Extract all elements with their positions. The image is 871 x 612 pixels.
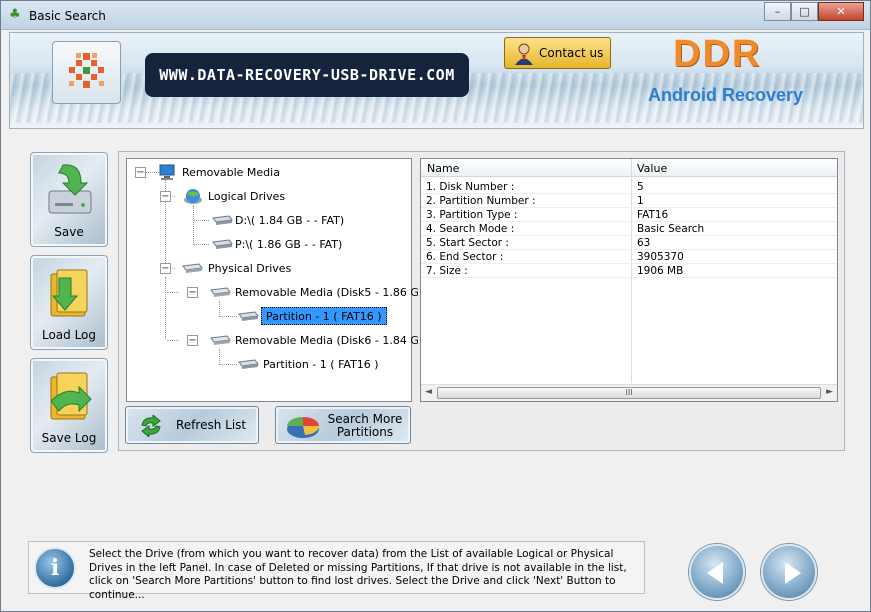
save-button[interactable]: Save <box>30 152 108 247</box>
tree-physical-drives[interactable]: Physical Drives <box>208 260 291 278</box>
window-title: Basic Search <box>29 9 106 23</box>
website-url[interactable]: WWW.DATA-RECOVERY-USB-DRIVE.COM <box>145 53 469 97</box>
load-log-label: Load Log <box>41 328 97 342</box>
refresh-icon <box>141 415 161 437</box>
minimize-button[interactable]: – <box>764 2 791 21</box>
refresh-list-label: Refresh List <box>176 418 247 432</box>
collapse-toggle[interactable]: − <box>187 335 198 346</box>
load-log-button[interactable]: Load Log <box>30 255 108 350</box>
tree-logical-drives[interactable]: Logical Drives <box>208 188 285 206</box>
info-icon: i <box>34 547 76 589</box>
back-button[interactable] <box>689 544 745 600</box>
pie-chart-icon <box>287 417 320 438</box>
window-controls: – □ ✕ <box>764 2 864 22</box>
app-icon: ♣ <box>9 7 21 22</box>
logo <box>52 41 121 104</box>
close-button[interactable]: ✕ <box>818 2 864 21</box>
scroll-left-arrow-icon[interactable]: ◄ <box>425 387 432 397</box>
tree-disk5[interactable]: Removable Media (Disk5 - 1.86 GB) <box>235 284 431 302</box>
partition-icon <box>238 311 259 321</box>
collapse-toggle[interactable]: − <box>135 167 146 178</box>
collapse-toggle[interactable]: − <box>160 263 171 274</box>
scroll-right-arrow-icon[interactable]: ► <box>826 387 833 397</box>
horizontal-scrollbar[interactable]: ◄ III ► <box>421 384 837 401</box>
drive-tree[interactable]: − Removable Media − Logical Drives D:\( … <box>126 158 431 402</box>
disk-icon <box>210 335 231 345</box>
search-more-partitions-button[interactable]: Search More Partitions <box>275 406 411 444</box>
app-window: ♣ Basic Search – □ ✕ WWW.DATA-RECOVERY-U… <box>0 0 871 612</box>
contact-us-label: Contact us <box>539 46 604 60</box>
maximize-button[interactable]: □ <box>791 2 818 21</box>
folder-save-icon <box>50 372 92 420</box>
tree-disk6-partition[interactable]: Partition - 1 ( FAT16 ) <box>263 356 379 374</box>
table-row[interactable]: 6. End Sector :3905370 <box>421 250 837 264</box>
computer-icon <box>159 164 175 180</box>
drive-icon <box>212 239 233 249</box>
table-row[interactable]: 7. Size :1906 MB <box>421 264 837 278</box>
properties-grid[interactable]: Name Value 1. Disk Number :5 2. Partitio… <box>420 158 838 402</box>
table-row[interactable]: 2. Partition Number :1 <box>421 194 837 208</box>
save-log-label: Save Log <box>41 431 97 445</box>
disk-icon <box>210 287 231 297</box>
next-button[interactable] <box>761 544 817 600</box>
tree-disk6[interactable]: Removable Media (Disk6 - 1.84 GB) <box>235 332 431 350</box>
title-bar: ♣ Basic Search – □ ✕ <box>1 1 870 30</box>
refresh-list-button[interactable]: Refresh List <box>125 406 259 444</box>
grid-header: Name Value <box>421 159 837 177</box>
column-header-name[interactable]: Name <box>427 162 459 175</box>
column-header-value[interactable]: Value <box>637 162 667 175</box>
arrow-left-icon <box>707 562 723 584</box>
save-drive-icon <box>48 164 92 214</box>
drive-icon <box>212 215 233 225</box>
physical-drives-icon <box>182 263 203 273</box>
table-row[interactable]: 4. Search Mode : Basic Search <box>421 222 837 236</box>
collapse-toggle[interactable]: − <box>187 287 198 298</box>
save-log-button[interactable]: Save Log <box>30 358 108 453</box>
partition-icon <box>238 359 259 369</box>
brand-logo-text: DDR <box>673 33 762 75</box>
logical-drives-icon <box>184 189 202 204</box>
table-row[interactable]: 5. Start Sector :63 <box>421 236 837 250</box>
tree-drive-p[interactable]: P:\( 1.86 GB - - FAT) <box>235 236 342 254</box>
collapse-toggle[interactable]: − <box>160 191 171 202</box>
instruction-text: Select the Drive (from which you want to… <box>89 548 627 601</box>
table-row[interactable]: 3. Partition Type : FAT16 <box>421 208 837 222</box>
header-banner: WWW.DATA-RECOVERY-USB-DRIVE.COM Contact … <box>9 32 864 129</box>
table-row[interactable]: 1. Disk Number :5 <box>421 180 837 194</box>
folder-load-icon <box>50 269 88 317</box>
search-more-label: Search More Partitions <box>327 412 403 439</box>
tree-disk5-partition-selected[interactable]: Partition - 1 ( FAT16 ) <box>261 307 387 325</box>
person-icon <box>515 43 533 65</box>
tree-drive-d[interactable]: D:\( 1.84 GB - - FAT) <box>235 212 344 230</box>
product-name: Android Recovery <box>648 85 804 105</box>
scroll-thumb[interactable]: III <box>437 387 821 399</box>
contact-us-button[interactable]: Contact us <box>504 37 611 69</box>
save-label: Save <box>54 225 84 239</box>
arrow-right-icon <box>785 562 801 584</box>
tree-root-removable-media[interactable]: Removable Media <box>182 164 280 182</box>
info-bar: i Select the Drive (from which you want … <box>28 541 645 601</box>
logo-icon <box>69 53 104 88</box>
